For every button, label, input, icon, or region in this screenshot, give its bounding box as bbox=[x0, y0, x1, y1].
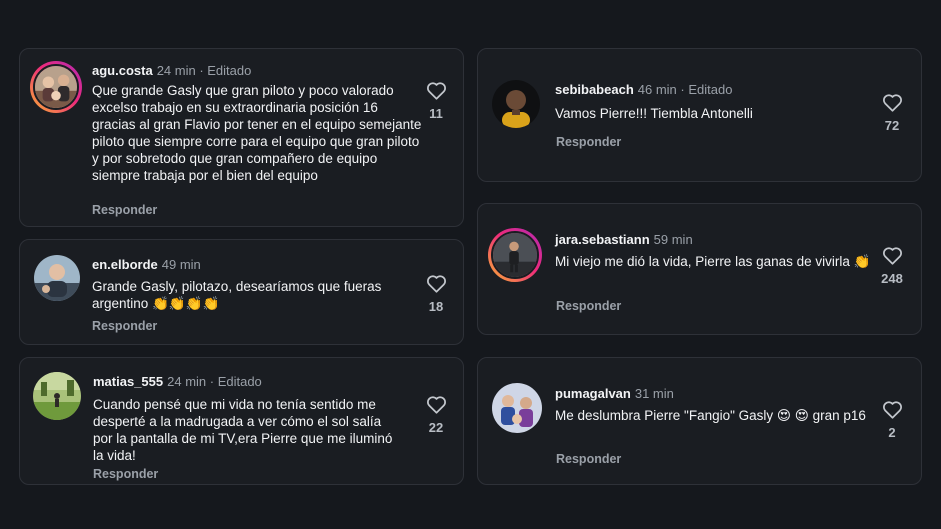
timestamp: 59 min bbox=[653, 232, 693, 247]
avatar[interactable] bbox=[33, 372, 81, 420]
comment-text: Cuando pensé que mi vida no tenía sentid… bbox=[93, 397, 393, 463]
comment-card: en.elborde 49 min Grande Gasly, pilotazo,… bbox=[19, 239, 464, 345]
avatar[interactable] bbox=[488, 228, 542, 282]
username[interactable]: en.elborde bbox=[92, 257, 158, 272]
timestamp: 24 min · Editado bbox=[156, 63, 252, 78]
comment-meta: jara.sebastiann 59 min bbox=[555, 232, 693, 247]
comment-card: agu.costa 24 min · Editado Que grande Gas… bbox=[19, 48, 464, 227]
timestamp: 49 min bbox=[161, 257, 201, 272]
reply-button[interactable]: Responder bbox=[556, 135, 621, 149]
comment-text: Que grande Gasly que gran piloto y poco … bbox=[92, 83, 422, 183]
reply-button[interactable]: Responder bbox=[556, 452, 621, 466]
username[interactable]: matias_555 bbox=[93, 374, 163, 389]
timestamp: 31 min bbox=[634, 386, 674, 401]
like-count: 2 bbox=[888, 425, 896, 440]
username[interactable]: agu.costa bbox=[92, 63, 153, 78]
comment-meta: matias_555 24 min · Editado bbox=[93, 374, 262, 389]
like-control[interactable]: 2 bbox=[874, 400, 910, 440]
avatar[interactable] bbox=[30, 61, 82, 113]
heart-outline-icon[interactable] bbox=[426, 274, 447, 293]
comment-text: Mi viejo me dió la vida, Pierre las gana… bbox=[555, 254, 871, 269]
like-count: 22 bbox=[428, 420, 444, 435]
reply-button[interactable]: Responder bbox=[93, 467, 158, 481]
like-control[interactable]: 18 bbox=[418, 274, 454, 314]
like-count: 18 bbox=[428, 299, 444, 314]
comment-meta: sebibabeach 46 min · Editado bbox=[555, 82, 732, 97]
like-control[interactable]: 248 bbox=[874, 246, 910, 286]
avatar[interactable] bbox=[34, 255, 80, 301]
comment-text: Grande Gasly, pilotazo, desearíamos que … bbox=[92, 279, 382, 311]
reply-button[interactable]: Responder bbox=[92, 319, 157, 333]
timestamp: 46 min · Editado bbox=[637, 82, 733, 97]
comment-card: sebibabeach 46 min · Editado Vamos Pierre… bbox=[477, 48, 922, 182]
like-control[interactable]: 22 bbox=[418, 395, 454, 435]
comment-card: matias_555 24 min · Editado Cuando pensé … bbox=[19, 357, 464, 485]
reply-button[interactable]: Responder bbox=[556, 299, 621, 313]
comment-meta: agu.costa 24 min · Editado bbox=[92, 63, 251, 78]
username[interactable]: pumagalvan bbox=[555, 386, 631, 401]
like-control[interactable]: 11 bbox=[418, 81, 454, 121]
comment-text: Vamos Pierre!!! Tiembla Antonelli bbox=[555, 106, 753, 121]
comment-meta: pumagalvan 31 min bbox=[555, 386, 674, 401]
heart-outline-icon[interactable] bbox=[882, 400, 903, 419]
avatar[interactable] bbox=[492, 80, 540, 128]
timestamp: 24 min · Editado bbox=[167, 374, 262, 389]
like-count: 248 bbox=[881, 271, 903, 286]
like-count: 72 bbox=[884, 118, 900, 133]
heart-outline-icon[interactable] bbox=[426, 81, 447, 100]
comment-card: pumagalvan 31 min Me deslumbra Pierre "Fa… bbox=[477, 357, 922, 485]
heart-outline-icon[interactable] bbox=[882, 246, 903, 265]
heart-outline-icon[interactable] bbox=[426, 395, 447, 414]
like-count: 11 bbox=[429, 106, 443, 121]
like-control[interactable]: 72 bbox=[874, 93, 910, 133]
username[interactable]: jara.sebastiann bbox=[555, 232, 650, 247]
comment-meta: en.elborde 49 min bbox=[92, 257, 201, 272]
username[interactable]: sebibabeach bbox=[555, 82, 634, 97]
comment-card: jara.sebastiann 59 min Mi viejo me dió la… bbox=[477, 203, 922, 335]
comment-text: Me deslumbra Pierre "Fangio" Gasly 😍 😍 g… bbox=[555, 408, 866, 423]
avatar[interactable] bbox=[492, 383, 542, 433]
reply-button[interactable]: Responder bbox=[92, 203, 157, 217]
heart-outline-icon[interactable] bbox=[882, 93, 903, 112]
